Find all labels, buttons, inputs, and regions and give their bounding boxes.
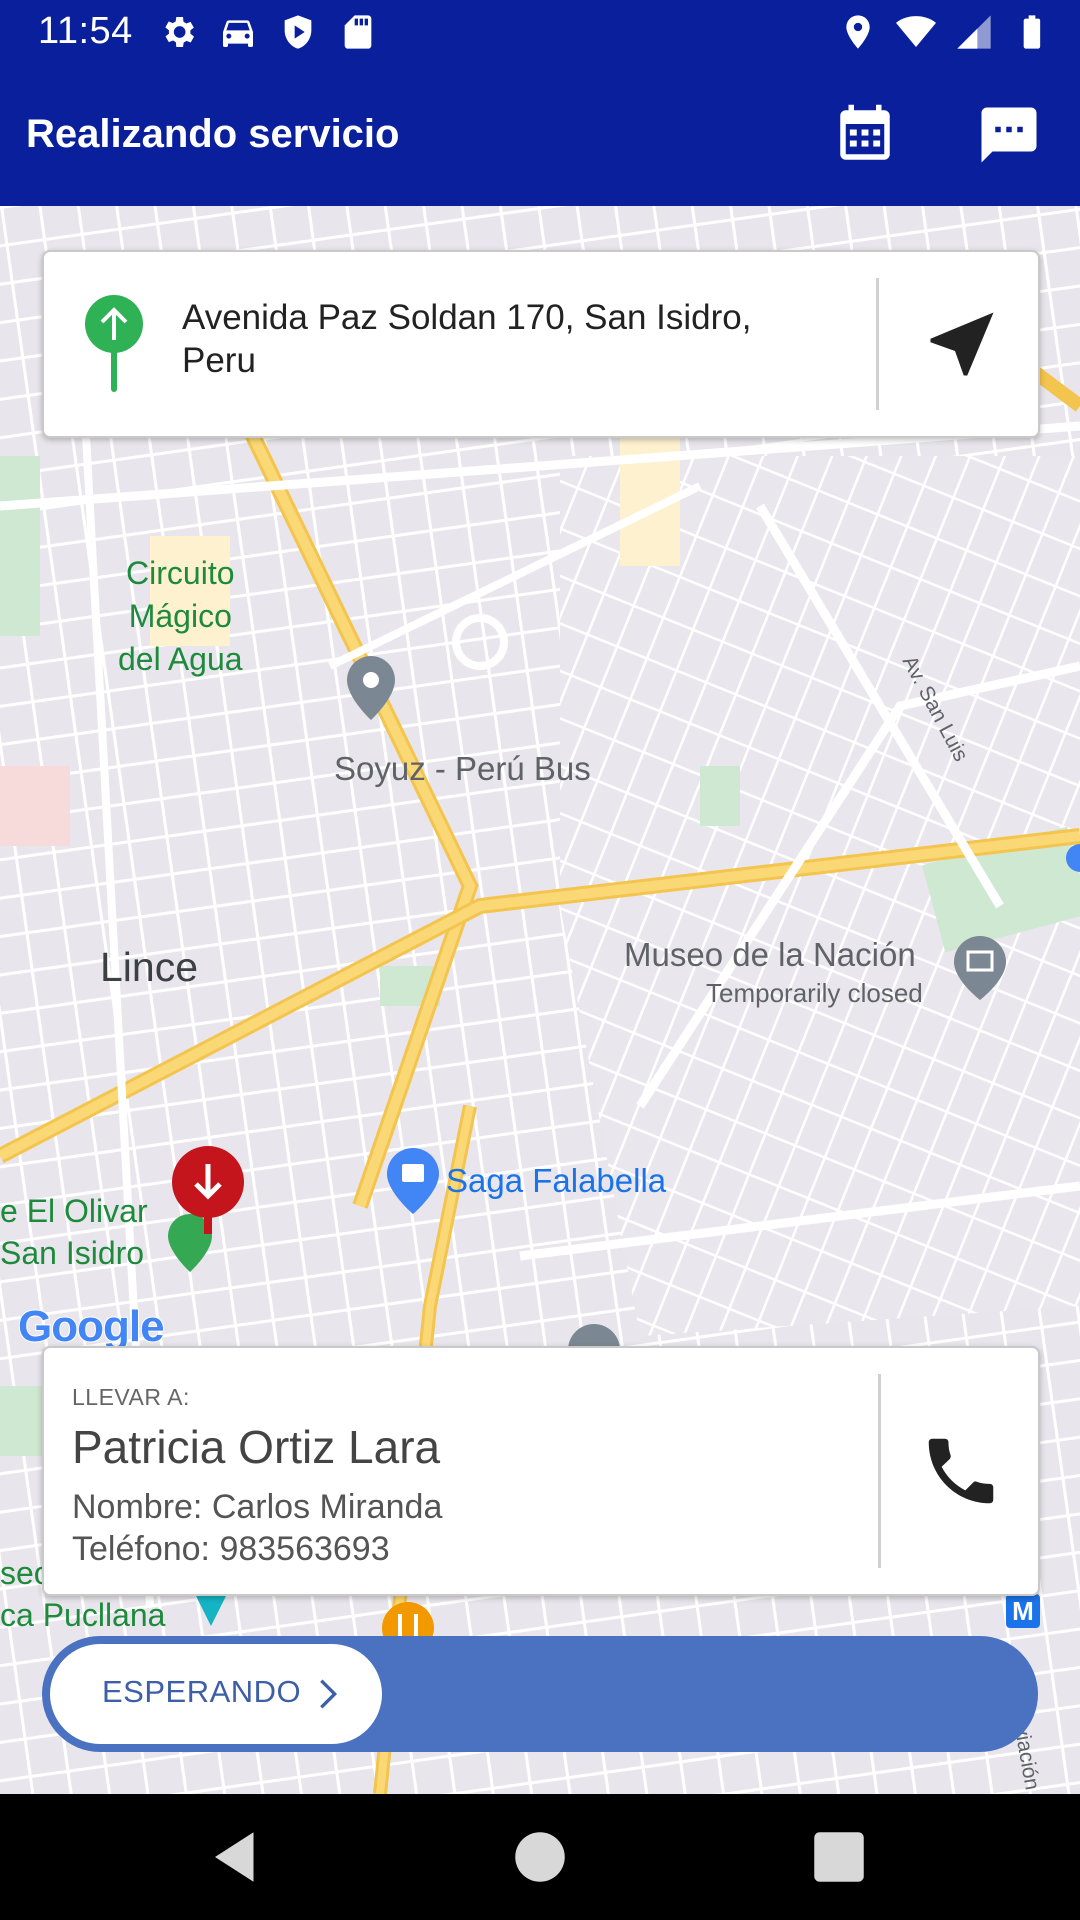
recents-icon	[814, 1832, 864, 1882]
contact-phone: Teléfono: 983563693	[72, 1530, 390, 1568]
metro-badge: M	[1006, 1594, 1040, 1628]
status-slider[interactable]: ESPERANDO	[42, 1636, 1038, 1752]
map-label-line: Circuito	[126, 555, 235, 591]
calendar-icon	[840, 104, 890, 160]
map-label-olivar: e El Olivar San Isidro	[0, 1190, 148, 1274]
shield-icon	[278, 12, 318, 52]
map-label-line: del Agua	[118, 641, 243, 677]
status-bar: 11:54	[0, 0, 1080, 64]
battery-icon	[1012, 12, 1052, 52]
back-button[interactable]	[204, 1824, 270, 1890]
navigate-button[interactable]	[920, 302, 1004, 386]
map-label-line: e El Olivar	[0, 1193, 148, 1229]
calendar-button[interactable]	[832, 102, 898, 168]
divider	[878, 1374, 881, 1568]
slider-knob[interactable]: ESPERANDO	[50, 1644, 382, 1744]
map-label-saga: Saga Falabella	[446, 1162, 667, 1199]
map-label-lince: Lince	[100, 944, 199, 990]
location-icon	[838, 12, 878, 52]
navigation-arrow-icon	[930, 312, 994, 376]
car-icon	[218, 12, 258, 52]
map-label-museo: Museo de la Nación	[624, 936, 916, 973]
map-label-museo-status: Temporarily closed	[706, 978, 923, 1008]
map-label-line: ca Pucllana	[0, 1597, 166, 1633]
divider	[876, 278, 879, 410]
recents-button[interactable]	[806, 1824, 872, 1890]
map-label-line: San Isidro	[0, 1235, 145, 1271]
chat-button[interactable]	[976, 102, 1042, 168]
system-nav-bar	[0, 1794, 1080, 1920]
map-label-line: Mágico	[128, 598, 232, 634]
call-button[interactable]	[918, 1428, 1004, 1514]
destination-card: LLEVAR A: Patricia Ortiz Lara Nombre: Ca…	[42, 1346, 1040, 1596]
sd-card-icon	[338, 12, 378, 52]
status-time: 11:54	[38, 10, 133, 52]
app-bar: Realizando servicio	[0, 64, 1080, 206]
origin-card: Avenida Paz Soldan 170, San Isidro, Peru	[42, 250, 1040, 438]
signal-icon	[954, 12, 994, 52]
chat-icon	[981, 107, 1037, 163]
origin-address: Avenida Paz Soldan 170, San Isidro, Peru	[182, 298, 752, 380]
home-button[interactable]	[507, 1824, 573, 1890]
back-icon	[215, 1832, 254, 1882]
slider-label: ESPERANDO	[102, 1674, 302, 1709]
google-logo: Google	[17, 1301, 166, 1352]
phone-icon	[928, 1438, 994, 1504]
contact-name: Nombre: Carlos Miranda	[72, 1488, 443, 1526]
map-label-circuito: Circuito Mágico del Agua	[118, 552, 243, 681]
page-title: Realizando servicio	[26, 112, 400, 156]
origin-pin-icon	[85, 295, 143, 392]
map-label-soyuz: Soyuz - Perú Bus	[334, 750, 591, 787]
wifi-icon	[896, 12, 936, 52]
recipient-name: Patricia Ortiz Lara	[72, 1421, 441, 1473]
chevron-right-icon	[320, 1679, 338, 1709]
settings-icon	[158, 12, 198, 52]
home-icon	[515, 1832, 565, 1882]
destination-header: LLEVAR A:	[72, 1384, 190, 1410]
